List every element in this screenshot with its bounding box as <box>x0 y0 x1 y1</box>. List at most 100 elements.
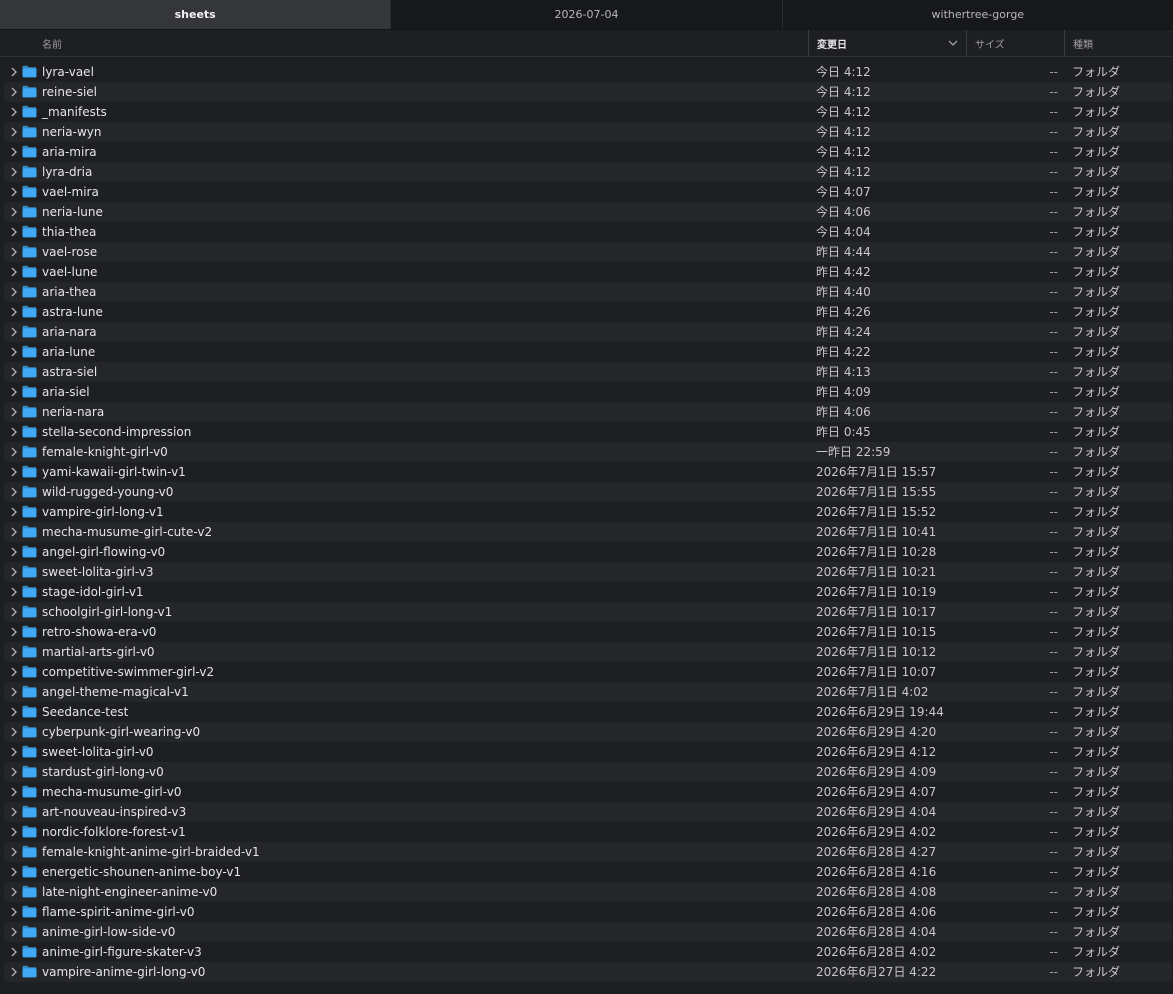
disclosure-triangle-icon[interactable] <box>10 887 18 897</box>
list-item[interactable]: stella-second-impression 昨日 0:45 -- フォルダ <box>4 422 1172 442</box>
disclosure-triangle-icon[interactable] <box>10 967 18 977</box>
disclosure-triangle-icon[interactable] <box>10 367 18 377</box>
disclosure-triangle-icon[interactable] <box>10 927 18 937</box>
list-item[interactable]: neria-nara 昨日 4:06 -- フォルダ <box>4 402 1172 422</box>
list-item[interactable]: anime-girl-low-side-v0 2026年6月28日 4:04 -- フ… <box>4 922 1172 942</box>
list-item[interactable]: sweet-lolita-girl-v3 2026年7月1日 10:21 -- フォル… <box>4 562 1172 582</box>
list-item[interactable]: schoolgirl-girl-long-v1 2026年7月1日 10:17 --… <box>4 602 1172 622</box>
list-item[interactable]: lyra-vael 今日 4:12 -- フォルダ <box>4 62 1172 82</box>
list-item[interactable]: aria-siel 昨日 4:09 -- フォルダ <box>4 382 1172 402</box>
disclosure-triangle-icon[interactable] <box>10 667 18 677</box>
disclosure-triangle-icon[interactable] <box>10 507 18 517</box>
list-item[interactable]: female-knight-anime-girl-braided-v1 2026年… <box>4 842 1172 862</box>
list-item[interactable]: mecha-musume-girl-cute-v2 2026年7月1日 10:41… <box>4 522 1172 542</box>
disclosure-triangle-icon[interactable] <box>10 847 18 857</box>
list-item[interactable]: martial-arts-girl-v0 2026年7月1日 10:12 -- フォル… <box>4 642 1172 662</box>
disclosure-triangle-icon[interactable] <box>10 147 18 157</box>
disclosure-triangle-icon[interactable] <box>10 767 18 777</box>
list-item[interactable]: angel-theme-magical-v1 2026年7月1日 4:02 -- フォ… <box>4 682 1172 702</box>
disclosure-triangle-icon[interactable] <box>10 787 18 797</box>
list-item[interactable]: flame-spirit-anime-girl-v0 2026年6月28日 4:0… <box>4 902 1172 922</box>
disclosure-triangle-icon[interactable] <box>10 467 18 477</box>
disclosure-triangle-icon[interactable] <box>10 387 18 397</box>
list-item[interactable]: anime-girl-figure-skater-v3 2026年6月28日 4:… <box>4 942 1172 962</box>
list-item[interactable]: vael-rose 昨日 4:44 -- フォルダ <box>4 242 1172 262</box>
disclosure-triangle-icon[interactable] <box>10 647 18 657</box>
disclosure-triangle-icon[interactable] <box>10 207 18 217</box>
disclosure-triangle-icon[interactable] <box>10 227 18 237</box>
disclosure-triangle-icon[interactable] <box>10 247 18 257</box>
list-item[interactable]: neria-lune 今日 4:06 -- フォルダ <box>4 202 1172 222</box>
chevron-down-icon[interactable] <box>948 39 958 47</box>
list-item[interactable]: aria-mira 今日 4:12 -- フォルダ <box>4 142 1172 162</box>
column-header-date-modified[interactable]: 変更日 <box>808 30 966 56</box>
disclosure-triangle-icon[interactable] <box>10 607 18 617</box>
column-header-kind[interactable]: 種類 <box>1064 30 1173 56</box>
list-item[interactable]: thia-thea 今日 4:04 -- フォルダ <box>4 222 1172 242</box>
list-item[interactable]: aria-thea 昨日 4:40 -- フォルダ <box>4 282 1172 302</box>
list-item[interactable]: female-knight-girl-v0 一昨日 22:59 -- フォルダ <box>4 442 1172 462</box>
list-item[interactable]: vampire-anime-girl-long-v0 2026年6月27日 4:2… <box>4 962 1172 982</box>
disclosure-triangle-icon[interactable] <box>10 707 18 717</box>
list-item[interactable]: _manifests 今日 4:12 -- フォルダ <box>4 102 1172 122</box>
list-item[interactable]: wild-rugged-young-v0 2026年7月1日 15:55 -- フォル… <box>4 482 1172 502</box>
disclosure-triangle-icon[interactable] <box>10 687 18 697</box>
list-item[interactable]: vael-mira 今日 4:07 -- フォルダ <box>4 182 1172 202</box>
tab-sheets[interactable]: sheets <box>0 0 392 29</box>
disclosure-triangle-icon[interactable] <box>10 267 18 277</box>
tab-2026-07-04[interactable]: 2026-07-04 <box>391 0 783 29</box>
disclosure-triangle-icon[interactable] <box>10 127 18 137</box>
disclosure-triangle-icon[interactable] <box>10 587 18 597</box>
disclosure-triangle-icon[interactable] <box>10 527 18 537</box>
disclosure-triangle-icon[interactable] <box>10 347 18 357</box>
list-item[interactable]: retro-showa-era-v0 2026年7月1日 10:15 -- フォルダ <box>4 622 1172 642</box>
list-item[interactable]: astra-siel 昨日 4:13 -- フォルダ <box>4 362 1172 382</box>
disclosure-triangle-icon[interactable] <box>10 947 18 957</box>
disclosure-triangle-icon[interactable] <box>10 307 18 317</box>
disclosure-triangle-icon[interactable] <box>10 407 18 417</box>
disclosure-triangle-icon[interactable] <box>10 547 18 557</box>
disclosure-triangle-icon[interactable] <box>10 327 18 337</box>
disclosure-triangle-icon[interactable] <box>10 827 18 837</box>
list-item[interactable]: late-night-engineer-anime-v0 2026年6月28日 4… <box>4 882 1172 902</box>
list-item[interactable]: yami-kawaii-girl-twin-v1 2026年7月1日 15:57 -… <box>4 462 1172 482</box>
list-item[interactable]: cyberpunk-girl-wearing-v0 2026年6月29日 4:20… <box>4 722 1172 742</box>
tab-withertree-gorge[interactable]: withertree-gorge <box>782 0 1173 29</box>
disclosure-triangle-icon[interactable] <box>10 167 18 177</box>
list-item[interactable]: neria-wyn 今日 4:12 -- フォルダ <box>4 122 1172 142</box>
list-item[interactable]: energetic-shounen-anime-boy-v1 2026年6月28日… <box>4 862 1172 882</box>
disclosure-triangle-icon[interactable] <box>10 447 18 457</box>
disclosure-triangle-icon[interactable] <box>10 287 18 297</box>
disclosure-triangle-icon[interactable] <box>10 427 18 437</box>
list-item[interactable]: vampire-girl-long-v1 2026年7月1日 15:52 -- フォル… <box>4 502 1172 522</box>
disclosure-triangle-icon[interactable] <box>10 747 18 757</box>
disclosure-triangle-icon[interactable] <box>10 867 18 877</box>
list-item[interactable]: nordic-folklore-forest-v1 2026年6月29日 4:02… <box>4 822 1172 842</box>
list-item[interactable]: stardust-girl-long-v0 2026年6月29日 4:09 -- フォ… <box>4 762 1172 782</box>
list-item[interactable]: mecha-musume-girl-v0 2026年6月29日 4:07 -- フォル… <box>4 782 1172 802</box>
list-item[interactable]: reine-siel 今日 4:12 -- フォルダ <box>4 82 1172 102</box>
list-item[interactable]: vael-lune 昨日 4:42 -- フォルダ <box>4 262 1172 282</box>
column-header-size[interactable]: サイズ <box>966 30 1064 56</box>
list-item[interactable]: Seedance-test 2026年6月29日 19:44 -- フォルダ <box>4 702 1172 722</box>
disclosure-triangle-icon[interactable] <box>10 87 18 97</box>
disclosure-triangle-icon[interactable] <box>10 487 18 497</box>
list-item[interactable]: angel-girl-flowing-v0 2026年7月1日 10:28 -- フォ… <box>4 542 1172 562</box>
list-item[interactable]: sweet-lolita-girl-v0 2026年6月29日 4:12 -- フォル… <box>4 742 1172 762</box>
list-item[interactable]: lyra-dria 今日 4:12 -- フォルダ <box>4 162 1172 182</box>
disclosure-triangle-icon[interactable] <box>10 187 18 197</box>
disclosure-triangle-icon[interactable] <box>10 727 18 737</box>
list-item[interactable]: aria-lune 昨日 4:22 -- フォルダ <box>4 342 1172 362</box>
disclosure-triangle-icon[interactable] <box>10 567 18 577</box>
column-header-name[interactable]: 名前 <box>42 30 742 56</box>
disclosure-triangle-icon[interactable] <box>10 107 18 117</box>
disclosure-triangle-icon[interactable] <box>10 627 18 637</box>
disclosure-triangle-icon[interactable] <box>10 907 18 917</box>
list-item[interactable]: astra-lune 昨日 4:26 -- フォルダ <box>4 302 1172 322</box>
disclosure-triangle-icon[interactable] <box>10 67 18 77</box>
disclosure-triangle-icon[interactable] <box>10 807 18 817</box>
list-item[interactable]: art-nouveau-inspired-v3 2026年6月29日 4:04 --… <box>4 802 1172 822</box>
list-item[interactable]: aria-nara 昨日 4:24 -- フォルダ <box>4 322 1172 342</box>
list-item[interactable]: stage-idol-girl-v1 2026年7月1日 10:19 -- フォルダ <box>4 582 1172 602</box>
list-item[interactable]: competitive-swimmer-girl-v2 2026年7月1日 10:… <box>4 662 1172 682</box>
